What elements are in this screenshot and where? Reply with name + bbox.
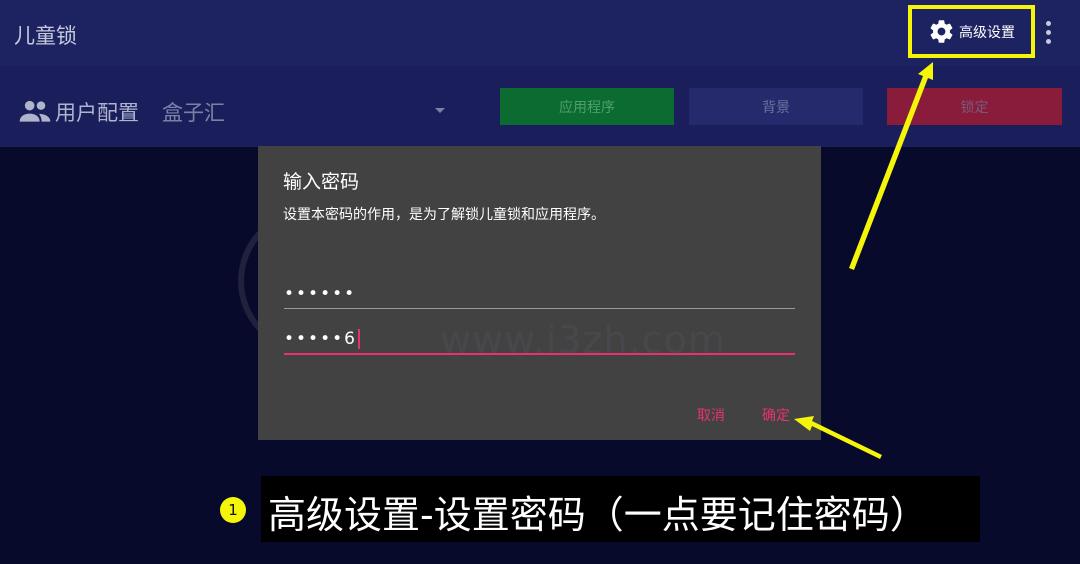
step-badge: 1 bbox=[220, 497, 246, 523]
annotation-arrow-top bbox=[849, 62, 933, 270]
caption-text: 高级设置-设置密码（一点要记住密码） bbox=[268, 493, 928, 537]
annotation-arrow-bottom bbox=[794, 416, 882, 459]
